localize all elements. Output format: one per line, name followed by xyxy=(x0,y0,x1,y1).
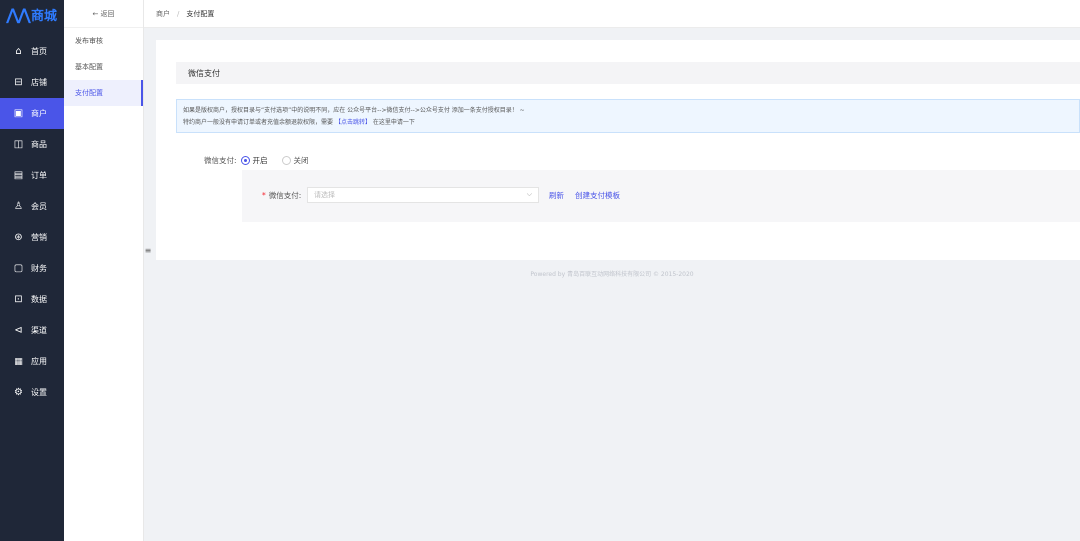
select-placeholder: 请选择 xyxy=(314,191,335,199)
apps-icon: ▦ xyxy=(14,356,23,367)
notice-box: 如果是版权商户，授权目录与“支付选项”中的说明不同，应在 公众号平台-->微信支… xyxy=(176,99,1080,133)
breadcrumb-current: 支付配置 xyxy=(186,9,215,18)
wechat-pay-template-box: * 微信支付: 请选择 ⌵ 刷新 创建支付模板 xyxy=(242,170,1080,222)
sidebar-item-4[interactable]: ▤ 订单 xyxy=(0,160,64,191)
sidebar-item-label: 会员 xyxy=(31,202,47,211)
notice-jump-link[interactable]: 【点击跳转】 xyxy=(335,119,371,126)
sidebar-item-7[interactable]: ▢ 财务 xyxy=(0,253,64,284)
payment-config-card: 微信支付 如果是版权商户，授权目录与“支付选项”中的说明不同，应在 公众号平台-… xyxy=(156,40,1080,260)
sidebar-item-label: 财务 xyxy=(31,264,47,273)
sidebar-item-label: 商户 xyxy=(31,109,47,118)
order-icon: ▤ xyxy=(13,170,24,181)
create-template-button[interactable]: 创建支付模板 xyxy=(575,190,620,201)
chevron-down-icon: ⌵ xyxy=(526,190,532,198)
template-select-label-text: 微信支付: xyxy=(268,191,302,200)
member-icon: ♙ xyxy=(14,201,23,212)
wechat-pay-switch-row: 微信支付: 开启 关闭 xyxy=(204,155,323,166)
template-select[interactable]: 请选择 ⌵ xyxy=(307,187,539,203)
sidebar-item-label: 应用 xyxy=(31,357,47,366)
sidebar-item-label: 商品 xyxy=(31,140,47,149)
footer: Powered by 青岛百联互动网络科技有限公司 © 2015-2020 xyxy=(530,271,694,278)
sidebar-item-label: 订单 xyxy=(31,171,47,180)
sidebar-item-0[interactable]: ⌂ 首页 xyxy=(0,36,64,67)
finance-icon: ▢ xyxy=(13,263,24,274)
subnav-item-2[interactable]: 支付配置 xyxy=(64,80,143,106)
notice-line-2: 特约商户一般没有申请订单或者充值余额退款权限，需要 【点击跳转】 在这里申请一下 xyxy=(183,117,1073,129)
radio-enable-label: 开启 xyxy=(252,156,268,165)
home-icon: ⌂ xyxy=(15,46,22,57)
sidebar-item-1[interactable]: ⊟ 店铺 xyxy=(0,67,64,98)
wechat-pay-switch-label: 微信支付: xyxy=(204,156,237,165)
radio-disable-label: 关闭 xyxy=(293,156,309,165)
sidebar-item-11[interactable]: ⚙ 设置 xyxy=(0,377,64,408)
sidebar-item-label: 店铺 xyxy=(31,78,47,87)
main-sidebar: ⋀⋀ 商城 ⌂ 首页 ⊟ 店铺 ▣ 商户 ◫ 商品 ▤ 订单 ♙ 会员 ⊛ 营销 ▢ 财务 ⊡ 数据 ⊲ 渠道 ▦ 应用 ⚙… xyxy=(0,0,64,541)
sidebar-item-label: 设置 xyxy=(31,388,47,397)
sidebar-item-8[interactable]: ⊡ 数据 xyxy=(0,284,64,315)
breadcrumb-separator: / xyxy=(177,9,180,18)
sub-nav: 发布审核 基本配置 支付配置 xyxy=(64,28,143,106)
sidebar-item-2[interactable]: ▣ 商户 xyxy=(0,98,64,129)
settings-icon: ⚙ xyxy=(14,387,23,398)
subnav-item-1[interactable]: 基本配置 xyxy=(64,54,143,80)
collapse-icon[interactable]: ≡ xyxy=(144,244,152,258)
logo-text: 商城 xyxy=(30,8,57,24)
sidebar-item-label: 渠道 xyxy=(31,326,47,335)
refresh-button[interactable]: 刷新 xyxy=(549,190,564,201)
breadcrumb: 商户 / 支付配置 xyxy=(144,0,1080,28)
sidebar-item-label: 数据 xyxy=(31,295,47,304)
radio-disable[interactable]: 关闭 xyxy=(281,155,309,166)
required-star: * xyxy=(262,191,266,200)
subnav-item-0[interactable]: 发布审核 xyxy=(64,28,143,54)
store-icon: ⊟ xyxy=(14,77,23,88)
sidebar-item-10[interactable]: ▦ 应用 xyxy=(0,346,64,377)
data-icon: ⊡ xyxy=(14,294,23,305)
sidebar-item-label: 营销 xyxy=(31,233,47,242)
radio-dot-icon xyxy=(240,156,250,165)
sidebar-item-9[interactable]: ⊲ 渠道 xyxy=(0,315,64,346)
radio-dot-icon xyxy=(281,156,291,165)
logo-mark: ⋀⋀ xyxy=(6,4,31,24)
breadcrumb-parent[interactable]: 商户 xyxy=(156,9,170,19)
sidebar-item-label: 首页 xyxy=(31,47,47,56)
notice-line-1: 如果是版权商户，授权目录与“支付选项”中的说明不同，应在 公众号平台-->微信支… xyxy=(183,107,525,114)
sidebar-item-6[interactable]: ⊛ 营销 xyxy=(0,222,64,253)
channel-icon: ⊲ xyxy=(14,325,23,336)
card-title: 微信支付 xyxy=(176,62,1080,84)
sub-sidebar: ← 返回 发布审核 基本配置 支付配置 xyxy=(64,0,144,541)
merchant-icon: ▣ xyxy=(13,108,24,119)
notice-text: 特约商户一般没有申请订单或者充值余额退款权限，需要 xyxy=(183,119,334,126)
back-button[interactable]: ← 返回 xyxy=(64,0,143,28)
logo[interactable]: ⋀⋀ 商城 xyxy=(0,0,64,28)
main-nav: ⌂ 首页 ⊟ 店铺 ▣ 商户 ◫ 商品 ▤ 订单 ♙ 会员 ⊛ 营销 ▢ 财务 ⊡ 数据 ⊲ 渠道 ▦ 应用 ⚙ 设置 xyxy=(0,36,64,408)
goods-icon: ◫ xyxy=(13,139,24,150)
sidebar-item-5[interactable]: ♙ 会员 xyxy=(0,191,64,222)
sidebar-item-3[interactable]: ◫ 商品 xyxy=(0,129,64,160)
marketing-icon: ⊛ xyxy=(14,232,23,243)
radio-enable[interactable]: 开启 xyxy=(240,155,268,166)
template-select-label: * 微信支付: xyxy=(262,190,301,201)
notice-text-tail: 在这里申请一下 xyxy=(372,119,415,126)
